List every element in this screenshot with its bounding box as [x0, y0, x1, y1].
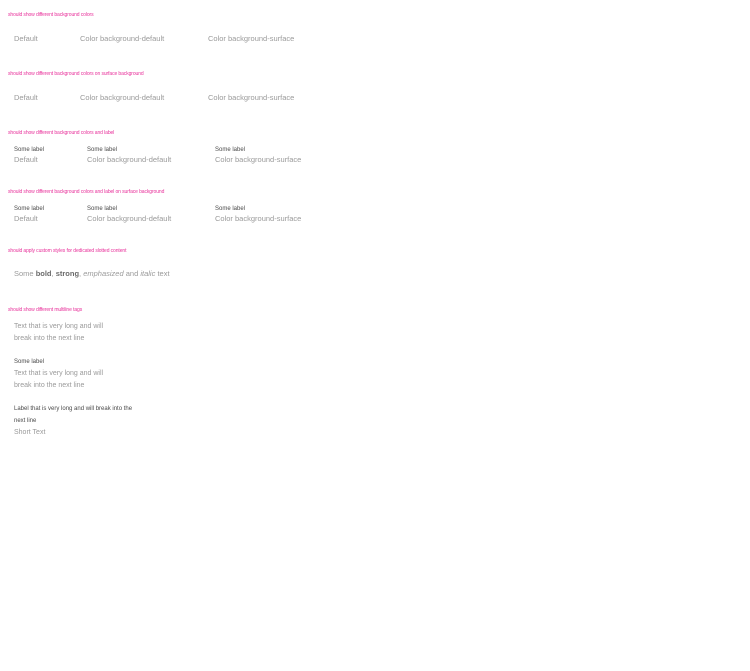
section-title: should show different background colors … — [8, 71, 144, 77]
tag-value: Default — [14, 155, 38, 164]
tag-value: Color background-surface — [215, 155, 302, 164]
tag-label: Some label — [14, 359, 45, 365]
tag-value: Color background-default — [87, 214, 172, 223]
tag-background-default: Some label Color background-default — [87, 205, 171, 224]
tag-value: Color background-default — [87, 155, 172, 164]
emphasized-text: emphasized — [83, 269, 124, 278]
tag-value: Text that is very long and will break in… — [14, 323, 104, 342]
tag-value: Color background-surface — [215, 214, 302, 223]
tag-label: Some label — [215, 147, 246, 153]
tag-rich-text: Some bold, strong, emphasized and italic… — [14, 269, 170, 279]
section-slotted-content: should apply custom styles for dedicated… — [0, 240, 750, 299]
multiline-tag: Text that is very long and will break in… — [14, 321, 122, 345]
section-background-colors-surface: should show different background colors … — [0, 63, 750, 122]
multiline-tag-with-label: Some label Text that is very long and wi… — [14, 356, 122, 392]
tag-label: Some label — [14, 147, 45, 153]
tag-value: Short Text — [14, 429, 46, 436]
tag-label: Some label — [215, 206, 246, 212]
multiline-label-tag: Label that is very long and will break i… — [14, 403, 136, 439]
section-background-colors-label: should show different background colors … — [0, 122, 750, 181]
tag-default: Default — [14, 93, 38, 103]
tag-background-default: Color background-default — [80, 34, 164, 44]
tag-background-surface: Some label Color background-surface — [215, 146, 301, 165]
tag-label: Label that is very long and will break i… — [14, 406, 133, 424]
section-title: should show different background colors … — [8, 130, 115, 136]
section-title: should apply custom styles for dedicated… — [8, 248, 127, 254]
bold-text: bold — [35, 269, 52, 278]
section-title: should show different background colors — [8, 12, 94, 18]
strong-text: strong — [55, 269, 80, 278]
tag-value: Default — [14, 34, 38, 43]
tag-label: Some label — [87, 206, 118, 212]
tag-label: Some label — [14, 206, 45, 212]
tag-background-default: Some label Color background-default — [87, 146, 171, 165]
tag-background-surface: Color background-surface — [208, 34, 294, 44]
tag-default: Some label Default — [14, 205, 44, 224]
tag-background-default: Color background-default — [80, 93, 164, 103]
section-background-colors: should show different background colors … — [0, 4, 750, 63]
section-background-colors-label-surface: should show different background colors … — [0, 181, 750, 240]
tag-value: Color background-surface — [208, 93, 295, 102]
tag-value: Default — [14, 93, 38, 102]
tag-value: Color background-default — [80, 93, 165, 102]
rich-text-part: and — [123, 269, 141, 278]
section-title: should show different multiline tags — [8, 307, 83, 313]
tag-value: Text that is very long and will break in… — [14, 370, 104, 389]
tag-value: Color background-default — [80, 34, 165, 43]
tag-value: Color background-surface — [208, 34, 295, 43]
section-title: should show different background colors … — [8, 189, 165, 195]
tag-background-surface: Color background-surface — [208, 93, 294, 103]
italic-text: italic — [140, 269, 156, 278]
tag-default: Default — [14, 34, 38, 44]
section-multiline-tags: should show different multiline tags Tex… — [0, 299, 750, 449]
tag-value: Default — [14, 214, 38, 223]
tag-background-surface: Some label Color background-surface — [215, 205, 301, 224]
rich-text-part: Some — [14, 269, 36, 278]
rich-text-part: text — [155, 269, 170, 278]
tag-default: Some label Default — [14, 146, 44, 165]
tag-label: Some label — [87, 147, 118, 153]
